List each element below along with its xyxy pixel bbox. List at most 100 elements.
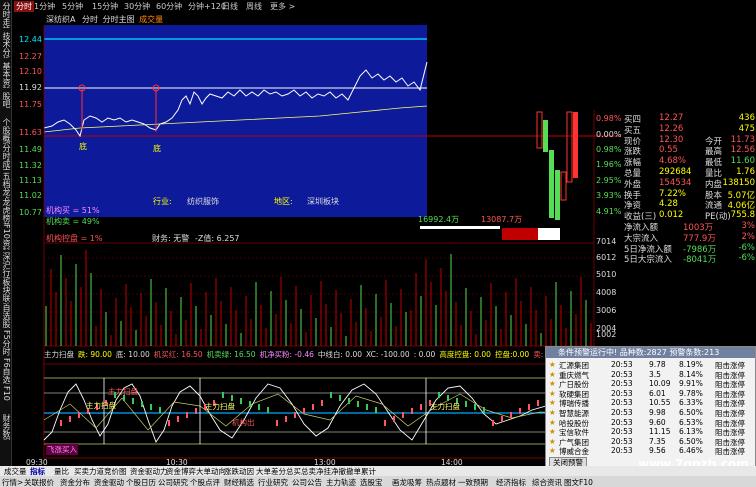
alert-cell: 6.33% [679, 398, 703, 408]
indicator-bar [501, 416, 503, 422]
indicator-bar [366, 404, 368, 410]
alert-header[interactable]: 条件预警运行中! 品种数:2827 预警条数:213 [546, 347, 755, 358]
quote-row: 净资 4.28 流通 4.06亿 [621, 199, 756, 211]
indicator-header-item: 卖: 0.00 [533, 350, 544, 359]
alert-row[interactable]: ★ 博瑞传播 20:53 10.55 6.33% 阻击涨停 [549, 398, 754, 408]
indicator-bar [159, 407, 161, 413]
indicator-bar [438, 392, 440, 398]
quote-value-2: 755.8 [730, 210, 755, 221]
alert-row[interactable]: ★ 软硬集团 20:53 6.01 9.78% 阻击涨停 [549, 389, 754, 399]
quote-row: 涨跌 0.55 最高 12.56 [621, 145, 756, 157]
info-tab[interactable]: 个股日历 [126, 477, 156, 487]
quote-value-2: 1.76 [736, 167, 755, 177]
alert-row[interactable]: ★ 宝信软件 20:53 11.15 6.13% 阻击涨停 [549, 427, 754, 437]
alert-cell: 3.5 [649, 369, 661, 379]
star-icon: ★ [549, 398, 556, 408]
alert-cell: 9.56 [649, 446, 666, 456]
info-tab[interactable]: 行业研究 [258, 477, 288, 487]
info-tab[interactable]: 选股宝 [360, 477, 383, 487]
indicator-bar [411, 408, 413, 414]
y-label-7: 11.32 [19, 161, 42, 170]
indicator-bar [177, 416, 179, 422]
alert-cell: 8.19% [679, 360, 703, 369]
alert-cell: 20:53 [611, 360, 633, 369]
info-tab[interactable]: 个股点评 [190, 477, 220, 487]
alert-row[interactable]: ★ 汇源集团 20:53 9.78 8.19% 阻击涨停 [549, 360, 754, 370]
price-series [43, 61, 428, 138]
indicator-header-item: 高度控盘: 0.00 [439, 350, 491, 359]
info-tab[interactable]: 主力轨迹 [326, 477, 356, 487]
indicator-bar [222, 392, 224, 398]
vol-label-1: 6012 [596, 253, 617, 262]
info-tab[interactable]: 行情> [2, 477, 23, 487]
alert-cell: 20:53 [611, 379, 633, 389]
info-tab[interactable]: 公司研究 [158, 477, 188, 487]
quote-value-2: 11.60 [730, 156, 755, 167]
zhuli-label-3: 主力扫盘 [205, 402, 235, 411]
quote-value: 292684 [659, 167, 692, 177]
quote-row: 5日净流入额 -7986万 -6% [621, 242, 756, 255]
indicator-bar [132, 398, 134, 404]
vol-label-0: 7014 [596, 237, 617, 246]
alert-cell: 7.35 [649, 436, 666, 446]
info-tab[interactable]: 图文F10 [564, 477, 593, 487]
indicator-bar [474, 404, 476, 410]
star-icon: ★ [549, 446, 556, 456]
industry-label: 行业: [153, 197, 172, 206]
alert-row[interactable]: ★ 广气集团 20:53 7.35 6.50% 阻击涨停 [549, 437, 754, 447]
info-tab[interactable]: 综合资讯 [532, 477, 562, 487]
quote-value: 0.55 [659, 145, 678, 156]
star-icon: ★ [549, 360, 556, 369]
indicator-bar [276, 420, 278, 426]
y-label-5: 11.63 [19, 128, 42, 137]
star-icon: ★ [549, 408, 556, 417]
indicator-bar [483, 407, 485, 413]
info-tab[interactable]: 经济指标 [496, 477, 526, 487]
industry-value: 纺织服饰 [187, 197, 219, 206]
y-label-10: 10.77 [19, 208, 42, 217]
indicator-bar [240, 398, 242, 404]
indicator-header-item: 跌: 90.00 [78, 350, 112, 359]
info-tab[interactable]: 资金分布 [60, 477, 90, 487]
quote-right: -6% [738, 242, 755, 253]
y-label-6: 11.49 [19, 145, 42, 154]
alert-popup: 条件预警运行中! 品种数:2827 预警条数:213 ★ 汇源集团 20:53 9.7… [545, 346, 756, 468]
alert-cell: 20:53 [611, 436, 633, 446]
alert-cell: 6.01 [649, 388, 666, 398]
info-tab[interactable]: 画龙吸筹 [392, 477, 422, 487]
alert-row[interactable]: ★ 智慧能源 20:53 9.98 6.50% 阻击涨停 [549, 408, 754, 418]
info-tab[interactable]: 资金驱动 [94, 477, 124, 487]
quote-label: 5日大宗流入 [624, 255, 672, 266]
quote-right: 3% [741, 221, 756, 231]
y-label-0: 12.44 [19, 35, 42, 44]
indicator-bar [294, 412, 296, 418]
indicator-bar [339, 395, 341, 401]
vol-label-3: 4008 [596, 288, 617, 297]
quote-value: 7.22% [659, 188, 687, 199]
alert-cell: 10.09 [649, 379, 671, 389]
info-tab[interactable]: 热点题材 [426, 477, 456, 487]
alert-row[interactable]: ★ 重庆燃气 20:53 3.5 8.14% 阻击涨停 [549, 370, 754, 380]
jgcl-label: 机构出 [232, 418, 255, 427]
indicator-bar [258, 404, 260, 410]
quote-right: -6% [738, 253, 755, 264]
candle-3 [549, 150, 554, 218]
quote-row: 收益(三) 0.012 PE(动) 755.8 [621, 210, 756, 222]
alert-row[interactable]: ★ 广日股份 20:53 10.09 9.91% 阻击涨停 [549, 379, 754, 389]
star-icon: ★ [549, 369, 556, 379]
info-tab[interactable]: 财经精选 [224, 477, 254, 487]
indicator-bar [150, 404, 152, 410]
indicator-bar [492, 420, 494, 426]
info-tabbar: 行情> 关联报价 资金分布 资金驱动 个股日历 公司研究 个股点评 财经精选 行业研究 公司公告主… [0, 476, 756, 487]
alert-row[interactable]: ★ 博威合金 20:53 9.56 6.46% 阻击涨停 [549, 446, 754, 456]
region-value: 深圳板块 [307, 197, 339, 206]
info-tab[interactable]: 一致预期 [458, 477, 488, 487]
pct-label-5: 3.93% [596, 191, 622, 200]
quote-row: 买五 12.26 475 [621, 124, 756, 136]
info-tab[interactable]: 关联报价 [24, 477, 54, 487]
info-tab[interactable]: 公司公告 [292, 477, 322, 487]
indicator-bar [465, 401, 467, 407]
alert-row[interactable]: ★ 哈投股份 20:53 9.60 6.53% 阻击涨停 [549, 418, 754, 428]
star-icon: ★ [549, 436, 556, 446]
di-mark-1: 底 [79, 142, 87, 151]
